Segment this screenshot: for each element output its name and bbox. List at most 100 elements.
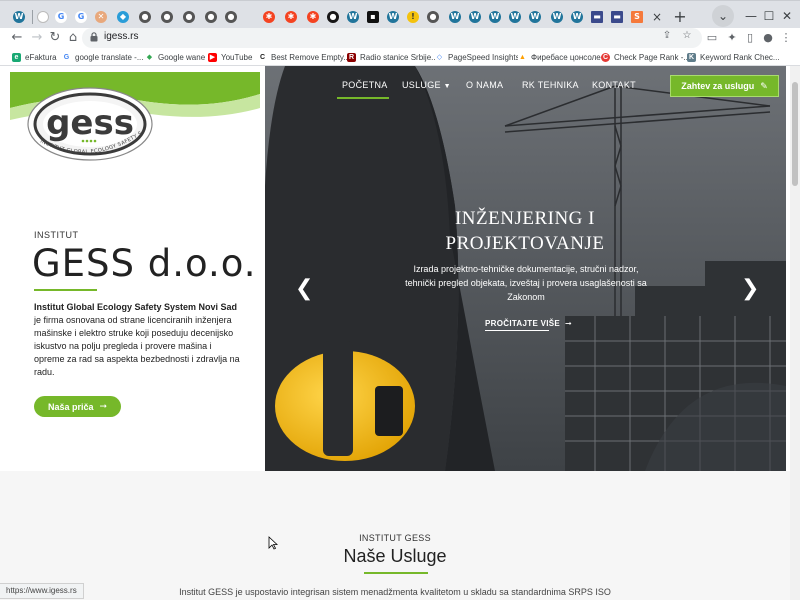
bookmark-item[interactable]: K Keyword Rank Chec... bbox=[687, 51, 780, 63]
tab-search-button[interactable]: ⌄ bbox=[712, 5, 734, 27]
tab-github[interactable]: ● bbox=[324, 6, 342, 28]
tab-site-2[interactable]: ▬ bbox=[608, 6, 626, 28]
tab-sh[interactable]: S bbox=[628, 6, 646, 28]
bookmark-item[interactable]: ▲ Фиребасе цонсоле bbox=[518, 51, 601, 63]
tab-web-6[interactable]: ● bbox=[424, 6, 442, 28]
tab-wordpress-6[interactable]: W bbox=[486, 6, 504, 28]
tab-site-1[interactable]: ▬ bbox=[588, 6, 606, 28]
bookmark-star-icon[interactable]: ☆ bbox=[680, 30, 694, 46]
cb-icon: C bbox=[258, 52, 267, 62]
bookmark-item[interactable]: e eFaktura bbox=[12, 51, 57, 63]
tab-web-3[interactable]: ● bbox=[180, 6, 198, 28]
google-icon: G bbox=[62, 52, 71, 62]
our-story-label: Naša priča bbox=[47, 401, 94, 412]
bookmark-item[interactable]: ◆ Google wane bbox=[145, 51, 205, 63]
arrow-right-icon: ➞ bbox=[565, 319, 573, 328]
tab-close-icon[interactable]: × bbox=[650, 10, 664, 24]
tab-wordpress-5[interactable]: W bbox=[466, 6, 484, 28]
bookmarks-bar: e eFaktura Ggoogle translate -... ◆ Google… bbox=[0, 48, 800, 66]
bookmark-item[interactable]: Ggoogle translate -... bbox=[62, 51, 143, 63]
tab-wordpress-4[interactable]: W bbox=[446, 6, 464, 28]
our-story-button[interactable]: Naša priča ➞ bbox=[34, 396, 121, 417]
google-icon: G bbox=[55, 11, 67, 23]
nav-pocetna[interactable]: POČETNA bbox=[342, 80, 388, 90]
nav-usluge[interactable]: USLUGE ▼ bbox=[402, 80, 451, 90]
back-arrow-icon[interactable]: ← bbox=[8, 29, 26, 47]
bookmark-item[interactable]: ▶ YouTube bbox=[208, 51, 252, 63]
tab-web-2[interactable]: ● bbox=[158, 6, 176, 28]
request-service-button[interactable]: Zahtev za uslugu ✎ bbox=[670, 75, 779, 97]
reload-icon[interactable]: ↻ bbox=[46, 29, 64, 47]
tab-web-1[interactable]: ● bbox=[136, 6, 154, 28]
close-window-button[interactable]: ✕ bbox=[776, 5, 798, 27]
share-icon[interactable]: ⇪ bbox=[660, 30, 674, 46]
wordpress-icon: W bbox=[489, 11, 501, 23]
slide-title-line1: INŽENJERING I bbox=[454, 208, 595, 229]
browser-toolbar: ← → ↻ ⌂ igess.rs ⇪ ☆ ▭ ✦ ▯ ● ⋮ bbox=[0, 28, 800, 48]
tab-tool[interactable]: ✕ bbox=[92, 6, 110, 28]
home-icon[interactable]: ⌂ bbox=[64, 29, 82, 47]
page-icon bbox=[37, 11, 49, 23]
services-title: Naše Usluge bbox=[343, 546, 447, 566]
tab-separator bbox=[32, 10, 33, 24]
tab-wordpress-3[interactable]: W bbox=[384, 6, 402, 28]
bookmark-label: PageSpeed Insights bbox=[448, 52, 520, 62]
tab-dark[interactable]: ▪ bbox=[364, 6, 382, 28]
bookmark-item[interactable]: C Best Remove Empty... bbox=[258, 51, 350, 63]
slider-next-arrow-icon[interactable]: ❯ bbox=[741, 276, 759, 301]
tab-wordpress-9[interactable]: W bbox=[548, 6, 566, 28]
site-icon: ▬ bbox=[591, 11, 603, 23]
bookmark-label: YouTube bbox=[221, 52, 253, 62]
nav-o-nama[interactable]: O NAMA bbox=[466, 80, 503, 90]
tab-blank[interactable] bbox=[34, 6, 52, 28]
scrollbar-thumb[interactable] bbox=[792, 82, 798, 186]
youtube-icon: ▶ bbox=[208, 52, 217, 62]
tab-joomla-1[interactable]: ✱ bbox=[260, 6, 278, 28]
wordpress-icon: W bbox=[469, 11, 481, 23]
menu-kebab-icon[interactable]: ⋮ bbox=[778, 30, 794, 46]
profile-avatar-icon[interactable]: ● bbox=[760, 30, 776, 46]
forward-arrow-icon[interactable]: → bbox=[28, 29, 46, 47]
tab-shield[interactable]: ◆ bbox=[114, 6, 132, 28]
bookmark-item[interactable]: ◇ PageSpeed Insights bbox=[435, 51, 520, 63]
tab-wordpress-8[interactable]: W bbox=[526, 6, 544, 28]
nav-kontakt[interactable]: KONTAKT bbox=[592, 80, 636, 90]
read-more-link[interactable]: PROČITAJTE VIŠE ➞ bbox=[485, 319, 572, 328]
nav-usluge-label: USLUGE bbox=[402, 80, 441, 90]
bookmark-label: Radio stanice Srbije... bbox=[360, 52, 438, 62]
wordpress-icon: W bbox=[387, 11, 399, 23]
nav-rk-tehnika[interactable]: RK TEHNIKA bbox=[522, 80, 579, 90]
edit-icon: ✎ bbox=[760, 80, 768, 91]
url-text[interactable]: igess.rs bbox=[104, 31, 138, 42]
slider-prev-arrow-icon[interactable]: ❮ bbox=[295, 276, 313, 301]
tool-icon: ✕ bbox=[95, 11, 107, 23]
tab-web-5[interactable]: ● bbox=[222, 6, 240, 28]
globe-icon: ● bbox=[225, 11, 237, 23]
tab-wordpress-2[interactable]: W bbox=[344, 6, 362, 28]
tab-google-1[interactable]: G bbox=[52, 6, 70, 28]
lock-icon bbox=[90, 32, 98, 42]
tab-wordpress-7[interactable]: W bbox=[506, 6, 524, 28]
github-icon: ● bbox=[327, 11, 339, 23]
chevron-down-icon: ▼ bbox=[443, 83, 451, 90]
bookmark-item[interactable]: R Radio stanice Srbije... bbox=[347, 51, 438, 63]
logo-text: gess bbox=[46, 103, 134, 143]
tab-google-2[interactable]: G bbox=[72, 6, 90, 28]
globe-icon: ● bbox=[427, 11, 439, 23]
new-tab-button[interactable]: + bbox=[670, 7, 690, 27]
bookmark-item[interactable]: C Check Page Rank -... bbox=[601, 51, 690, 63]
extensions-puzzle-icon[interactable]: ✦ bbox=[724, 30, 740, 46]
address-bar[interactable]: igess.rs ⇪ ☆ bbox=[82, 28, 702, 48]
extension-cast-icon[interactable]: ▭ bbox=[704, 30, 720, 46]
description-text: je firma osnovana od strane licenciranih… bbox=[34, 315, 240, 377]
tab-joomla-3[interactable]: ✱ bbox=[304, 6, 322, 28]
logo[interactable]: gess INSTITUT GLOBAL ECOLOGY SAFETY SYST… bbox=[7, 68, 260, 172]
tab-web-4[interactable]: ● bbox=[202, 6, 220, 28]
page-scrollbar[interactable] bbox=[790, 66, 800, 600]
tab-wordpress-10[interactable]: W bbox=[568, 6, 586, 28]
side-panel-icon[interactable]: ▯ bbox=[742, 30, 758, 46]
tab-yellow[interactable]: ! bbox=[404, 6, 422, 28]
bookmark-label: Best Remove Empty... bbox=[271, 52, 350, 62]
tab-joomla-2[interactable]: ✱ bbox=[282, 6, 300, 28]
tab-wordpress-1[interactable]: W bbox=[10, 6, 28, 28]
